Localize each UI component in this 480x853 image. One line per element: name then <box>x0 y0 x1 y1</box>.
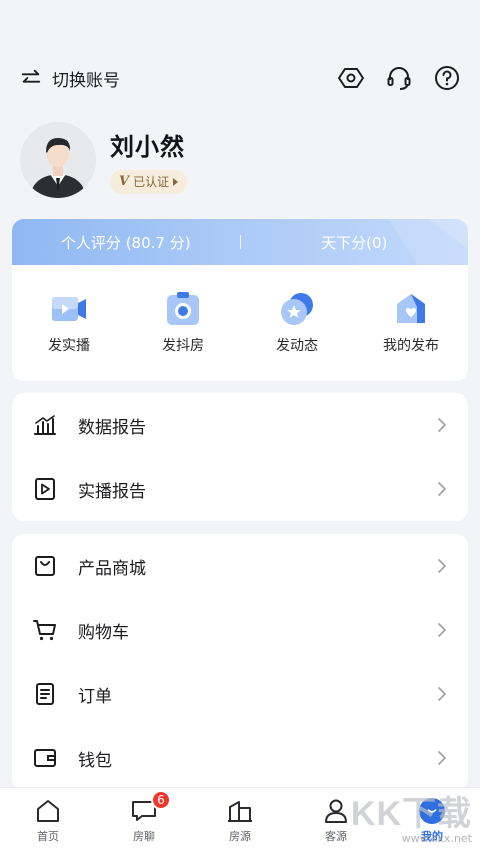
score-card: 个人评分 (80.7 分) 天下分(0) 发实播 发抖房 发动态 我的发布 <box>12 219 468 381</box>
order-icon <box>32 681 58 707</box>
triangle-right-icon <box>173 177 179 186</box>
quick-action-my-posts[interactable]: 我的发布 <box>361 289 461 355</box>
menu-item-wallet[interactable]: 钱包 <box>12 726 468 790</box>
user-name: 刘小然 <box>110 132 185 161</box>
switch-account-label: 切换账号 <box>52 70 120 91</box>
profile-section: 刘小然 V 已认证 <box>20 122 460 198</box>
report-menu-card: 数据报告 实播报告 <box>12 393 468 521</box>
chevron-right-icon <box>438 751 446 765</box>
menu-item-data-report[interactable]: 数据报告 <box>12 393 468 457</box>
tab-label: 首页 <box>37 830 59 843</box>
score-strip: 个人评分 (80.7 分) 天下分(0) <box>12 219 468 265</box>
person-icon <box>325 799 347 823</box>
menu-item-cart[interactable]: 购物车 <box>12 598 468 662</box>
quick-action-doufang[interactable]: 发抖房 <box>133 289 233 355</box>
verified-mark: V <box>119 174 130 189</box>
chevron-right-icon <box>438 559 446 573</box>
chevron-right-icon <box>438 687 446 701</box>
menu-item-live-report[interactable]: 实播报告 <box>12 457 468 521</box>
customer-service-icon[interactable] <box>386 65 412 91</box>
tab-listings[interactable]: 房源 <box>192 788 288 853</box>
menu-item-label: 钱包 <box>78 750 112 771</box>
home-icon <box>37 800 59 822</box>
verified-badge[interactable]: V 已认证 <box>110 169 188 194</box>
cart-icon <box>32 617 58 643</box>
tab-me[interactable]: 我的 <box>384 788 480 853</box>
play-report-icon <box>32 476 58 502</box>
camera-icon <box>167 292 199 325</box>
menu-item-product-mall[interactable]: 产品商城 <box>12 534 468 598</box>
settings-icon[interactable] <box>338 65 364 91</box>
verified-label: 已认证 <box>133 175 170 189</box>
star-post-icon <box>281 293 313 325</box>
menu-item-label: 购物车 <box>78 622 129 643</box>
quick-action-live[interactable]: 发实播 <box>19 289 119 355</box>
tab-home[interactable]: 首页 <box>0 788 96 853</box>
building-icon <box>228 801 252 822</box>
quick-action-label: 发实播 <box>48 338 90 354</box>
menu-item-orders[interactable]: 订单 <box>12 662 468 726</box>
chevron-right-icon <box>438 418 446 432</box>
unread-badge: 6 <box>151 790 171 810</box>
chart-icon <box>32 412 58 438</box>
tab-house-chat[interactable]: 6 房聊 <box>96 788 192 853</box>
tab-label: 客源 <box>325 830 347 843</box>
wallet-icon <box>32 745 58 771</box>
menu-item-label: 产品商城 <box>78 558 146 579</box>
chevron-right-icon <box>438 623 446 637</box>
chevron-right-icon <box>438 482 446 496</box>
switch-arrows-icon <box>21 69 41 83</box>
live-video-icon <box>52 297 86 321</box>
switch-account-button[interactable]: 切换账号 <box>20 66 120 91</box>
tab-label: 房聊 <box>133 830 155 843</box>
avatar[interactable] <box>20 122 96 198</box>
me-icon <box>419 798 445 824</box>
quick-action-label: 我的发布 <box>383 338 439 354</box>
decor-shape-icon <box>388 219 468 265</box>
shopping-bag-icon <box>32 553 58 579</box>
help-icon[interactable] <box>434 65 460 91</box>
bottom-tab-bar: 首页 6 房聊 房源 客源 我的 <box>0 787 480 853</box>
tab-label: 房源 <box>229 830 251 843</box>
menu-item-label: 数据报告 <box>78 417 146 438</box>
shop-menu-card: 产品商城 购物车 订单 钱包 <box>12 534 468 790</box>
quick-action-post[interactable]: 发动态 <box>247 289 347 355</box>
menu-item-label: 订单 <box>78 686 112 707</box>
house-heart-icon <box>397 294 425 323</box>
quick-actions: 发实播 发抖房 发动态 我的发布 <box>12 265 468 355</box>
quick-action-label: 发动态 <box>276 338 318 354</box>
personal-score[interactable]: 个人评分 (80.7 分) <box>12 232 240 253</box>
tab-label: 我的 <box>421 830 443 843</box>
quick-action-label: 发抖房 <box>162 338 204 354</box>
menu-item-label: 实播报告 <box>78 481 146 502</box>
tab-clients[interactable]: 客源 <box>288 788 384 853</box>
top-bar: 切换账号 <box>0 56 480 100</box>
